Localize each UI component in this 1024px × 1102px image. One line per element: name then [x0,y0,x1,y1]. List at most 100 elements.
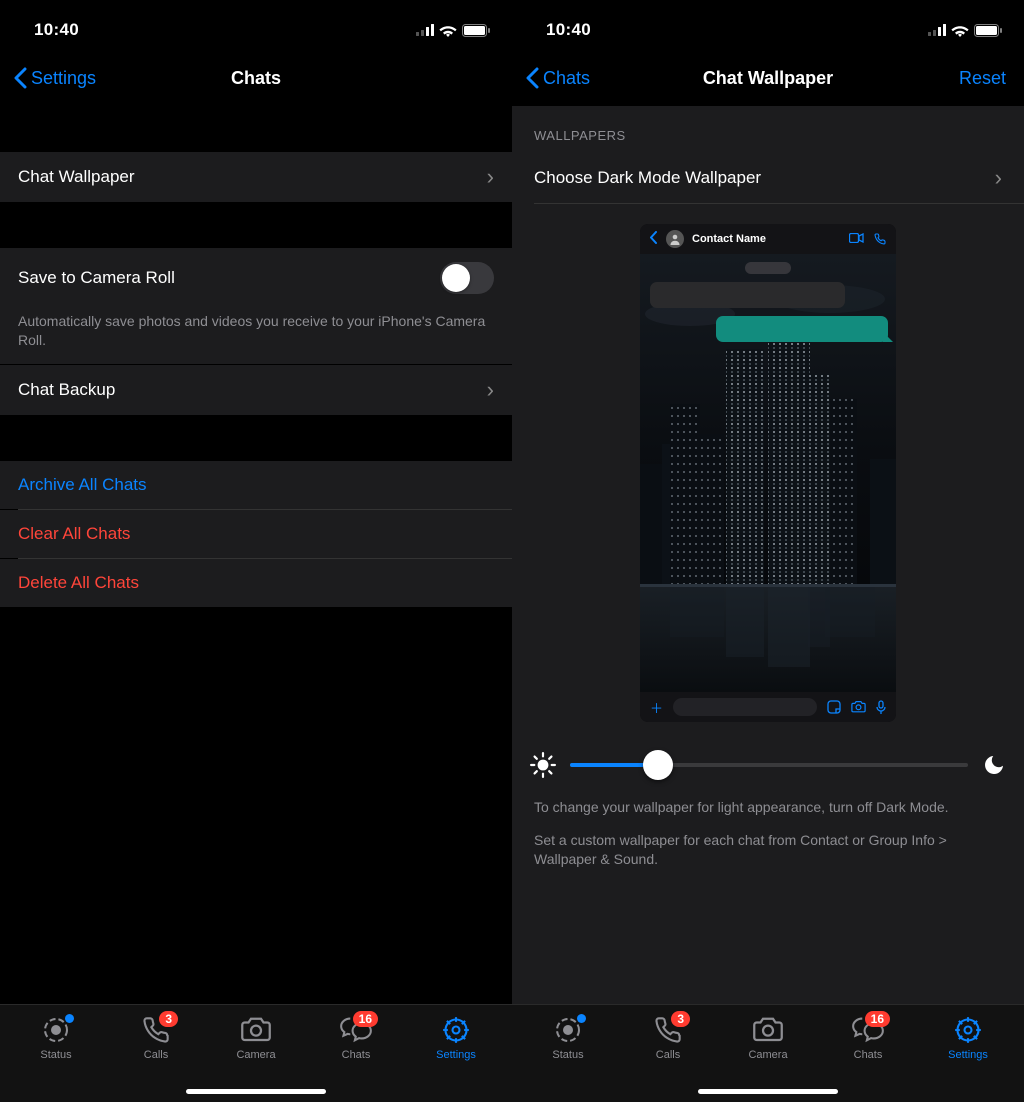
plus-icon: ＋ [650,698,663,717]
sticker-icon [827,700,841,714]
chats-settings-content: Chat Wallpaper Save to Camera Roll Autom… [0,106,512,1004]
row-label: Delete All Chats [18,573,494,593]
home-indicator[interactable] [186,1089,326,1094]
calls-badge: 3 [671,1011,690,1027]
info-text-custom: Set a custom wallpaper for each chat fro… [512,827,1024,879]
save-to-camera-roll-footer: Automatically save photos and videos you… [0,308,512,364]
tab-settings[interactable]: Settings [411,1015,501,1061]
row-label: Archive All Chats [18,475,494,495]
tab-bar: Status 3 Calls Camera 16 Ch [512,1004,1024,1102]
tab-status[interactable]: Status [523,1015,613,1061]
tab-label: Settings [948,1049,988,1061]
camera-icon [851,701,866,713]
status-bar: 10:40 [512,0,1024,50]
calls-badge: 3 [159,1011,178,1027]
tab-label: Camera [748,1049,787,1061]
battery-icon [462,24,490,37]
tab-label: Status [40,1049,71,1061]
camera-icon [753,1016,783,1044]
tab-status[interactable]: Status [11,1015,101,1061]
row-label: Clear All Chats [18,524,494,544]
phone-chats-settings: 10:40 Settings Chats Chat Wallpaper Save… [0,0,512,1102]
row-label: Chat Wallpaper [18,167,487,187]
status-time: 10:40 [546,20,591,40]
clear-all-chats-button[interactable]: Clear All Chats [0,510,512,558]
brightness-slider-row [512,730,1024,788]
back-button[interactable]: Settings [14,67,96,89]
tab-calls[interactable]: 3 Calls [111,1015,201,1061]
tab-label: Calls [656,1049,680,1061]
sun-icon [530,752,556,778]
delete-all-chats-button[interactable]: Delete All Chats [0,559,512,607]
status-dot-icon [65,1014,74,1023]
tab-settings[interactable]: Settings [923,1015,1013,1061]
back-label: Settings [31,68,96,89]
tab-label: Chats [342,1049,371,1061]
toggle-knob [442,264,470,292]
preview-date-pill [745,262,791,274]
chevron-left-icon [14,67,27,89]
row-label: Chat Backup [18,380,487,400]
status-indicators [928,24,1002,37]
wallpaper-content: WALLPAPERS Choose Dark Mode Wallpaper Co… [512,106,1024,1004]
chat-wallpaper-row[interactable]: Chat Wallpaper [0,152,512,202]
tab-label: Status [552,1049,583,1061]
back-button[interactable]: Chats [526,67,590,89]
status-bar: 10:40 [0,0,512,50]
tab-bar: Status 3 Calls Camera 16 Ch [0,1004,512,1102]
tab-chats[interactable]: 16 Chats [823,1015,913,1061]
slider-thumb[interactable] [643,750,673,780]
brightness-slider[interactable] [570,763,968,767]
nav-bar: Settings Chats [0,50,512,106]
tab-calls[interactable]: 3 Calls [623,1015,713,1061]
tab-camera[interactable]: Camera [211,1015,301,1061]
back-label: Chats [543,68,590,89]
cellular-icon [928,24,946,36]
preview-contact-name: Contact Name [692,233,766,245]
info-text-dark-mode: To change your wallpaper for light appea… [512,788,1024,827]
tab-label: Camera [236,1049,275,1061]
tab-label: Calls [144,1049,168,1061]
wifi-icon [951,24,969,37]
preview-back-icon [650,231,658,247]
reset-button[interactable]: Reset [959,68,1006,89]
preview-chat-header: Contact Name [640,224,896,254]
preview-wallpaper [640,254,896,692]
save-to-camera-roll-toggle[interactable] [440,262,494,294]
moon-icon [982,753,1006,777]
chats-badge: 16 [353,1011,378,1027]
camera-icon [241,1016,271,1044]
chat-backup-row[interactable]: Chat Backup [0,365,512,415]
wallpaper-preview-area: Contact Name [512,204,1024,730]
gear-icon [954,1016,982,1044]
wifi-icon [439,24,457,37]
gear-icon [442,1016,470,1044]
choose-wallpaper-row[interactable]: Choose Dark Mode Wallpaper [512,153,1024,203]
section-header-wallpapers: WALLPAPERS [512,106,1024,153]
chevron-left-icon [526,67,539,89]
nav-bar: Chats Chat Wallpaper Reset [512,50,1024,106]
archive-all-chats-button[interactable]: Archive All Chats [0,461,512,509]
tab-label: Settings [436,1049,476,1061]
preview-incoming-bubble [650,282,845,308]
mic-icon [876,700,886,714]
battery-icon [974,24,1002,37]
home-indicator[interactable] [698,1089,838,1094]
video-call-icon [849,233,864,243]
status-time: 10:40 [34,20,79,40]
phone-chat-wallpaper: 10:40 Chats Chat Wallpaper Reset WALLPAP… [512,0,1024,1102]
avatar-icon [666,230,684,248]
status-indicators [416,24,490,37]
cellular-icon [416,24,434,36]
chats-badge: 16 [865,1011,890,1027]
row-label: Save to Camera Roll [18,268,440,288]
save-to-camera-roll-row[interactable]: Save to Camera Roll [0,248,512,308]
tab-chats[interactable]: 16 Chats [311,1015,401,1061]
tab-camera[interactable]: Camera [723,1015,813,1061]
page-title: Chat Wallpaper [703,68,833,89]
preview-outgoing-bubble [716,316,888,342]
preview-input-bar: ＋ [640,692,896,722]
chat-preview[interactable]: Contact Name [640,224,896,722]
page-title: Chats [231,68,281,89]
tab-label: Chats [854,1049,883,1061]
